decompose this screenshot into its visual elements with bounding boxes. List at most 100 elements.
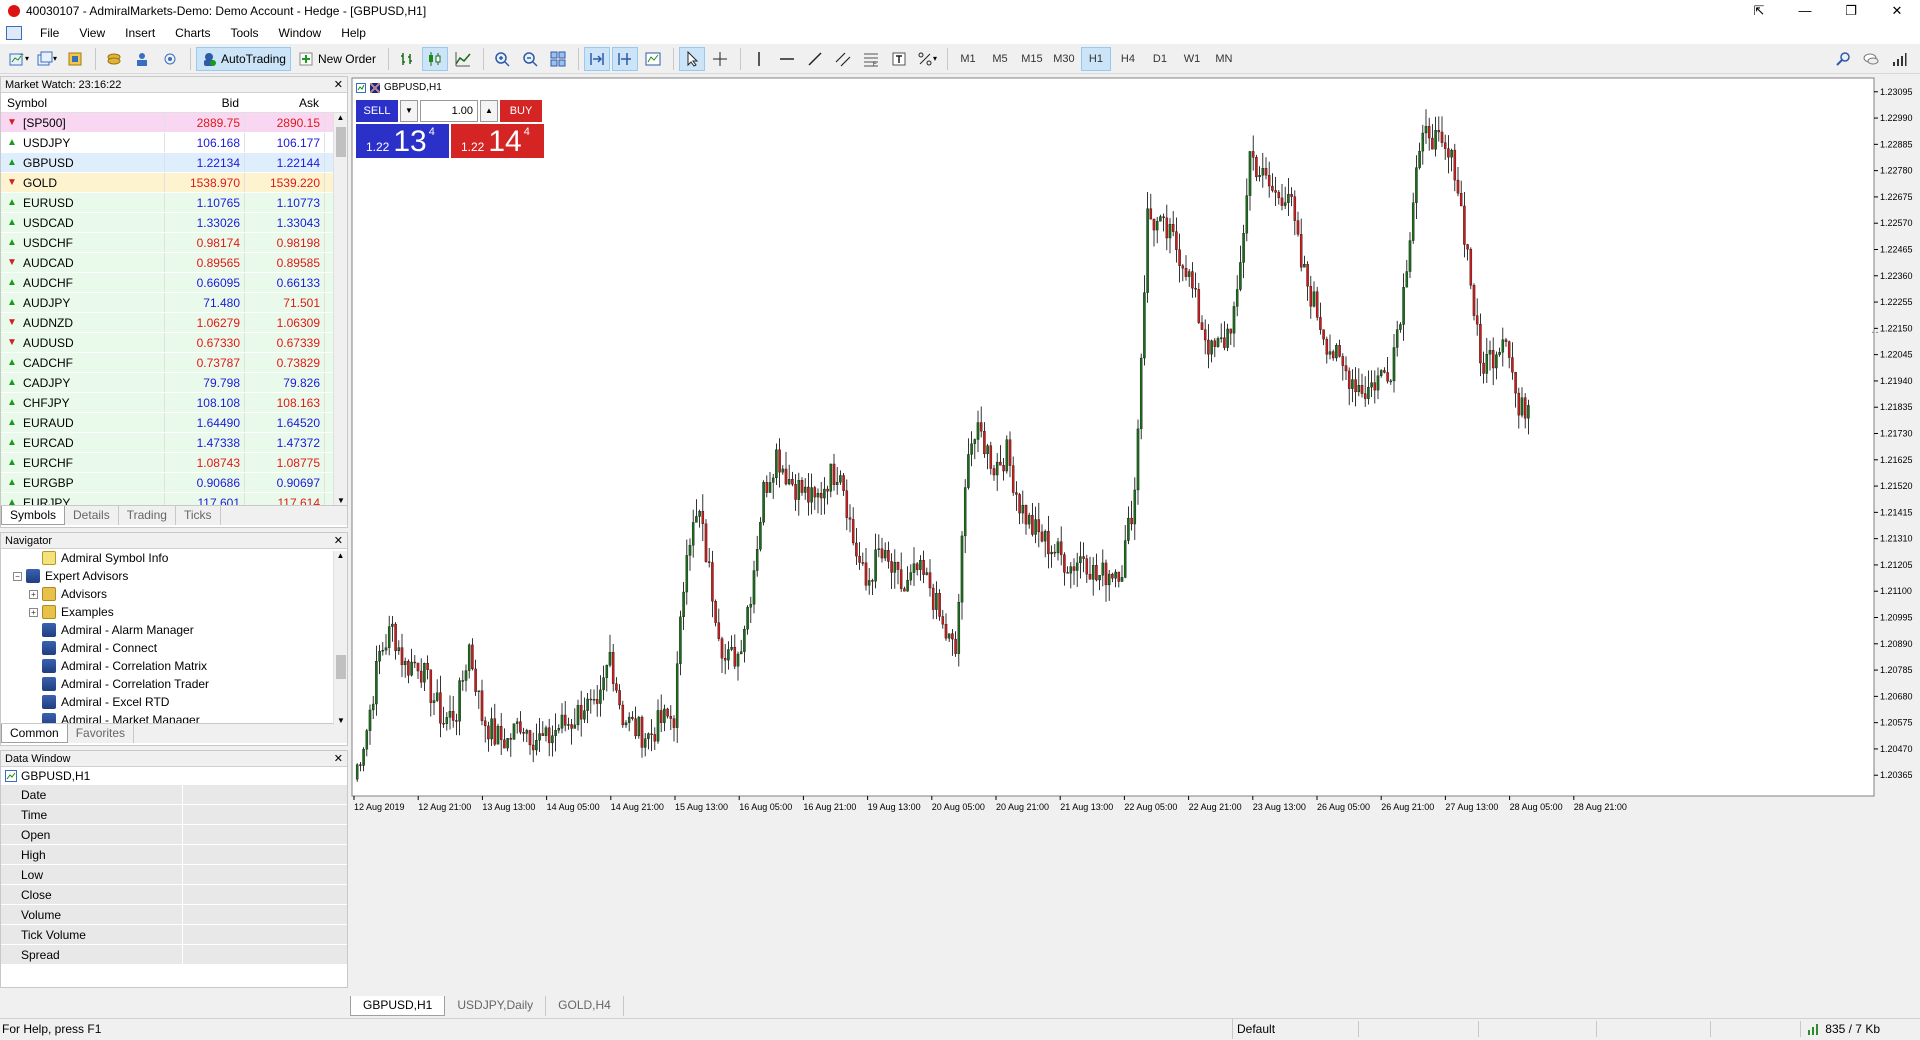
tab-symbols[interactable]: Symbols [1,506,66,525]
tab-ticks[interactable]: Ticks [176,506,221,525]
sell-price-button[interactable]: 1.22 13 4 [356,124,449,158]
scroll-up-icon[interactable]: ▲ [334,113,347,122]
navigator-item[interactable]: Admiral - Alarm Manager [1,621,333,639]
navigator-item[interactable]: + Advisors [1,585,333,603]
timeframe-m1[interactable]: M1 [953,47,983,71]
close-icon[interactable]: ✕ [334,533,343,549]
navigator-item[interactable]: Admiral Symbol Info [1,549,333,567]
menu-tools[interactable]: Tools [221,22,269,44]
line-chart-button[interactable] [450,47,476,71]
vertical-line-tool[interactable] [746,47,772,71]
chart-shift-button[interactable] [611,46,638,71]
menu-window[interactable]: Window [269,22,332,44]
market-watch-row[interactable]: ▲ AUDCHF 0.66095 0.66133 [1,273,333,293]
navigator-item[interactable]: Admiral - Correlation Trader [1,675,333,693]
zoom-in-button[interactable] [489,47,515,71]
market-watch-row[interactable]: ▲ CADCHF 0.73787 0.73829 [1,353,333,373]
buy-button[interactable]: BUY [500,100,542,122]
market-watch-row[interactable]: ▲ EURAUD 1.64490 1.64520 [1,413,333,433]
signals-toggle[interactable] [157,47,183,71]
tab-trading[interactable]: Trading [119,506,176,525]
data-window-toggle[interactable] [101,47,127,71]
cursor-tool-button[interactable] [678,46,705,71]
market-watch-row[interactable]: ▼ [SP500] 2889.75 2890.15 [1,113,333,133]
status-profile[interactable]: Default [1232,1019,1275,1039]
chart-document-icon[interactable] [6,26,22,40]
navigator-item[interactable]: − Expert Advisors [1,567,333,585]
crosshair-tool-button[interactable] [707,47,733,71]
market-watch-row[interactable]: ▲ EURCHF 1.08743 1.08775 [1,453,333,473]
timeframe-m15[interactable]: M15 [1017,47,1047,71]
market-watch-row[interactable]: ▼ GOLD 1538.970 1539.220 [1,173,333,193]
expand-icon[interactable]: + [29,607,38,617]
new-order-button[interactable]: New Order [293,47,381,71]
sell-button[interactable]: SELL [356,100,398,122]
bar-chart-button[interactable] [394,47,420,71]
navigator-item[interactable]: Admiral - Excel RTD [1,693,333,711]
restore-mode-icon[interactable]: ⇱ [1736,0,1782,22]
new-chart-button[interactable]: + ▾ [6,47,32,71]
menu-file[interactable]: File [30,22,69,44]
scroll-thumb[interactable] [336,127,346,157]
scroll-up-icon[interactable]: ▲ [334,551,347,560]
timeframe-w1[interactable]: W1 [1177,47,1207,71]
market-watch-row[interactable]: ▲ CADJPY 79.798 79.826 [1,373,333,393]
market-watch-row[interactable]: ▲ USDCAD 1.33026 1.33043 [1,213,333,233]
timeframe-d1[interactable]: D1 [1145,47,1175,71]
close-icon[interactable]: ✕ [334,77,343,93]
timeframe-mn[interactable]: MN [1209,47,1239,71]
market-watch-row[interactable]: ▲ EURJPY 117.601 117.614 [1,493,333,505]
tile-windows-button[interactable] [545,47,571,71]
market-watch-row[interactable]: ▲ CHFJPY 108.108 108.163 [1,393,333,413]
market-watch-toggle[interactable] [62,47,88,71]
market-watch-row[interactable]: ▲ EURGBP 0.90686 0.90697 [1,473,333,493]
scroll-down-icon[interactable]: ▼ [334,716,348,725]
timeframe-h4[interactable]: H4 [1113,47,1143,71]
market-watch-row[interactable]: ▼ AUDCAD 0.89565 0.89585 [1,253,333,273]
menu-insert[interactable]: Insert [115,22,165,44]
horizontal-line-tool[interactable] [774,47,800,71]
navigator-item[interactable]: Admiral - Correlation Matrix [1,657,333,675]
zoom-out-button[interactable] [517,47,543,71]
chart-tab[interactable]: GOLD,H4 [546,996,624,1016]
profiles-button[interactable]: ▾ [34,47,60,71]
price-chart[interactable]: 1.23095 1.22990 1.22885 1.22780 1.22675 1.225… [350,76,1920,996]
indicators-button[interactable] [640,47,666,71]
candlestick-chart-button[interactable] [421,46,448,71]
market-watch-row[interactable]: ▲ USDCHF 0.98174 0.98198 [1,233,333,253]
navigator-scrollbar[interactable]: ▲ ▼ [333,551,347,725]
market-watch-row[interactable]: ▲ USDJPY 106.168 106.177 [1,133,333,153]
maximize-button[interactable]: ❐ [1828,0,1874,22]
market-watch-row[interactable]: ▲ EURUSD 1.10765 1.10773 [1,193,333,213]
market-watch-row[interactable]: ▲ AUDJPY 71.480 71.501 [1,293,333,313]
navigator-toggle[interactable] [129,47,155,71]
market-watch-scrollbar[interactable]: ▲ ▼ [333,113,347,505]
close-icon[interactable]: ✕ [334,751,343,767]
shapes-menu-button[interactable]: ▾ [914,47,940,71]
autoscroll-button[interactable] [583,46,610,71]
trendline-tool[interactable] [802,47,828,71]
timeframe-h1[interactable]: H1 [1080,46,1111,71]
buy-price-button[interactable]: 1.22 14 4 [451,124,544,158]
chat-button[interactable] [1858,47,1884,71]
lot-dropdown-icon[interactable]: ▼ [400,100,418,122]
minimize-button[interactable]: — [1782,0,1828,22]
collapse-icon[interactable]: − [13,571,22,581]
timeframe-m30[interactable]: M30 [1049,47,1079,71]
scroll-thumb[interactable] [336,655,346,679]
chart-tab[interactable]: GBPUSD,H1 [350,996,446,1016]
search-button[interactable] [1830,47,1856,71]
chart-plot-area[interactable] [351,77,1875,797]
tab-details[interactable]: Details [65,506,119,525]
autotrading-button[interactable]: AutoTrading [196,46,291,71]
chart-window[interactable]: 1.23095 1.22990 1.22885 1.22780 1.22675 1.225… [350,76,1920,1016]
menu-view[interactable]: View [69,22,115,44]
fibonacci-tool[interactable]: F [858,47,884,71]
connection-status[interactable]: 835 / 7 Kb [1807,1019,1880,1039]
navigator-item[interactable]: + Examples [1,603,333,621]
menu-help[interactable]: Help [331,22,376,44]
market-watch-row[interactable]: ▼ AUDUSD 0.67330 0.67339 [1,333,333,353]
scroll-down-icon[interactable]: ▼ [334,496,348,505]
column-symbol[interactable]: Symbol [1,93,165,112]
market-watch-row[interactable]: ▲ EURCAD 1.47338 1.47372 [1,433,333,453]
